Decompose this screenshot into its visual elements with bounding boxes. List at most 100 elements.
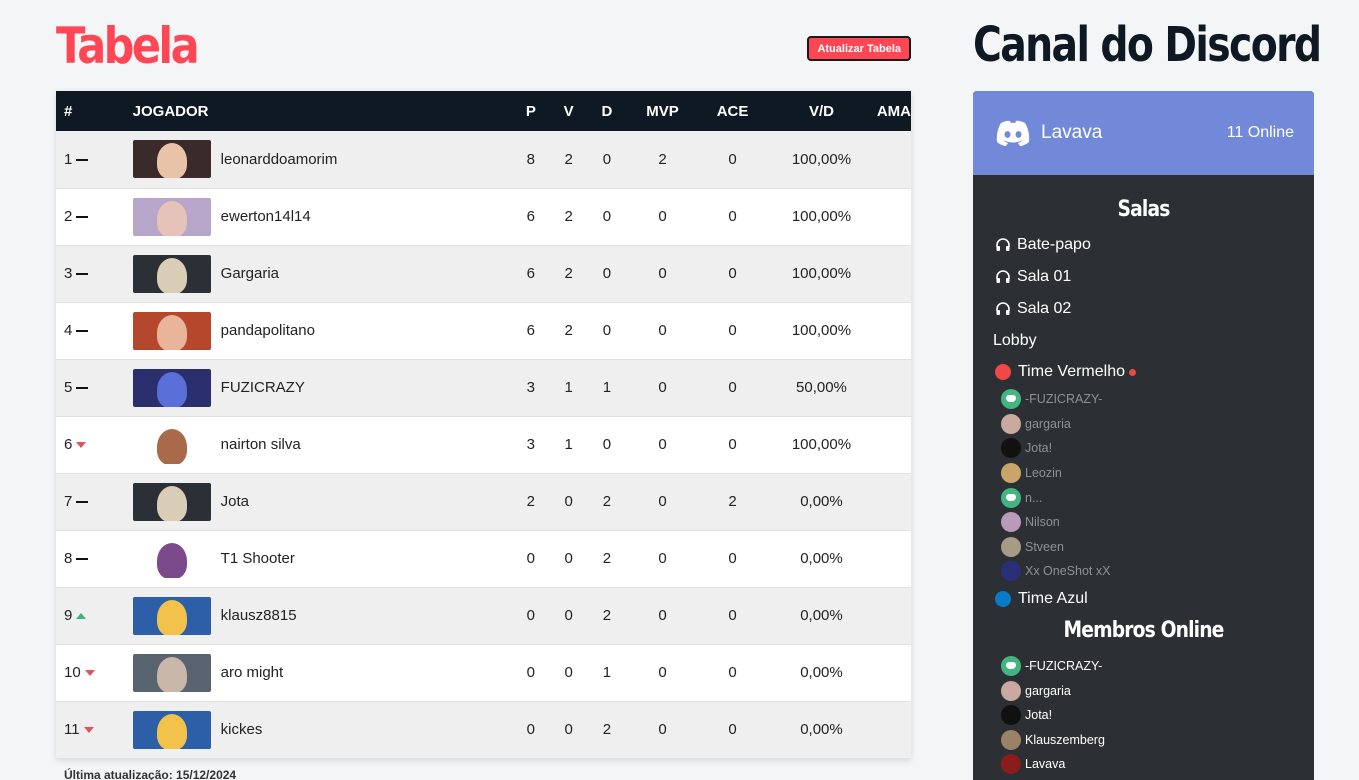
ranking-section: Tabela Atualizar Tabela # JOGADOR P V D …: [56, 14, 911, 780]
headphones-icon: [996, 270, 1010, 283]
member-name: Nilson: [1025, 515, 1060, 530]
member-name: Xx OneShot xX: [1025, 564, 1111, 579]
discord-widget-header[interactable]: Lavava 11 Online: [973, 91, 1314, 175]
col-header-d[interactable]: D: [588, 91, 626, 131]
member-item[interactable]: Leozin: [973, 461, 1314, 486]
agent-portrait: [132, 311, 211, 350]
rank-number: 7: [64, 493, 73, 510]
player-name[interactable]: nairton silva: [221, 436, 301, 453]
table-row: 7 Jota 2 0 2 0 2 0,00%: [56, 473, 911, 530]
rank-number: 11: [64, 721, 80, 738]
member-item[interactable]: gargaria: [973, 412, 1314, 437]
stat-ama: [877, 245, 911, 302]
team-red[interactable]: Time Vermelho: [973, 357, 1314, 387]
stat-mvp: 0: [658, 379, 667, 396]
agent-portrait: [132, 197, 211, 236]
member-item[interactable]: Jota!: [973, 703, 1314, 728]
avatar: [1001, 512, 1021, 533]
avatar: [1001, 656, 1021, 677]
stat-ace: 0: [728, 436, 737, 453]
player-name[interactable]: ewerton14l14: [221, 208, 311, 225]
player-cell: kickes: [132, 701, 513, 758]
col-header-vd[interactable]: V/D: [766, 91, 877, 131]
stat-ama: [877, 701, 911, 758]
table-row: 8 T1 Shooter 0 0 2 0 0 0,00%: [56, 530, 911, 587]
agent-portrait: [132, 596, 211, 635]
member-name: Leozin: [1025, 466, 1062, 481]
rank-number: 6: [64, 436, 73, 453]
stat-ace: 0: [728, 721, 737, 738]
stat-d: 0: [602, 208, 612, 225]
player-name[interactable]: FUZICRAZY: [221, 379, 305, 396]
member-item[interactable]: gargaria: [973, 678, 1314, 703]
col-header-ace[interactable]: ACE: [699, 91, 766, 131]
stat-vd: 0,00%: [800, 664, 843, 681]
channel-lobby[interactable]: Lobby: [973, 325, 1314, 357]
player-name[interactable]: T1 Shooter: [221, 550, 295, 567]
stat-ama: [877, 302, 911, 359]
member-item[interactable]: Lavava: [973, 752, 1314, 777]
stat-ace: 0: [728, 322, 737, 339]
channel-bate-papo[interactable]: Bate-papo: [973, 229, 1314, 261]
rank-cell: 1: [56, 131, 133, 188]
member-item[interactable]: Stveen: [973, 535, 1314, 560]
channel-sala-02[interactable]: Sala 02: [973, 293, 1314, 325]
col-header-v[interactable]: V: [549, 91, 587, 131]
member-name: n...: [1025, 490, 1043, 505]
avatar: [1001, 561, 1021, 582]
player-cell: T1 Shooter: [132, 530, 513, 587]
stat-d: 2: [602, 493, 612, 510]
avatar: [1001, 536, 1021, 557]
rank-number: 2: [64, 208, 73, 225]
rank-cell: 2: [56, 188, 133, 245]
col-header-mvp[interactable]: MVP: [626, 91, 699, 131]
player-name[interactable]: Gargaria: [221, 265, 279, 282]
member-item[interactable]: -FUZICRAZY-: [973, 654, 1314, 679]
stat-ama: [877, 587, 911, 644]
player-name[interactable]: aro might: [221, 664, 284, 681]
player-name[interactable]: pandapolitano: [221, 322, 315, 339]
member-item[interactable]: Jota!: [973, 436, 1314, 461]
avatar: [1001, 413, 1021, 434]
player-name[interactable]: Jota: [221, 493, 249, 510]
stat-ama: [877, 188, 911, 245]
channel-sala-01[interactable]: Sala 01: [973, 261, 1314, 293]
member-item[interactable]: Xx OneShot xX: [973, 559, 1314, 584]
rank-number: 4: [64, 322, 73, 339]
col-header-ama[interactable]: AMA: [877, 91, 911, 131]
agent-portrait: [132, 140, 211, 179]
rank-cell: 11: [56, 701, 133, 758]
agent-portrait: [132, 539, 211, 578]
player-cell: pandapolitano: [132, 302, 513, 359]
member-name: Jota!: [1025, 441, 1053, 456]
player-cell: Gargaria: [132, 245, 513, 302]
stat-d: 1: [602, 379, 612, 396]
trend-same-icon: [76, 501, 89, 504]
member-item[interactable]: n...: [973, 485, 1314, 510]
player-name[interactable]: kickes: [221, 721, 263, 738]
stat-mvp: 0: [658, 721, 667, 738]
refresh-table-button[interactable]: Atualizar Tabela: [807, 36, 911, 61]
member-name: gargaria: [1025, 683, 1071, 698]
headphones-icon: [996, 302, 1010, 315]
player-name[interactable]: leonarddoamorim: [221, 151, 338, 168]
col-header-p[interactable]: P: [512, 91, 549, 131]
rank-cell: 10: [56, 644, 133, 701]
stat-d: 2: [602, 550, 612, 567]
member-item[interactable]: Klauszemberg: [973, 728, 1314, 753]
avatar: [1001, 705, 1021, 726]
col-header-rank[interactable]: #: [56, 91, 133, 131]
rank-number: 9: [64, 607, 73, 624]
stat-mvp: 0: [658, 664, 667, 681]
stat-vd: 100,00%: [791, 322, 852, 339]
member-item[interactable]: Nilson: [973, 510, 1314, 535]
player-name[interactable]: klausz8815: [221, 607, 297, 624]
member-item[interactable]: -FUZICRAZY-: [973, 387, 1314, 412]
stat-mvp: 0: [658, 493, 667, 510]
trend-same-icon: [76, 387, 89, 390]
stat-vd: 100,00%: [791, 265, 852, 282]
trend-same-icon: [76, 330, 89, 333]
col-header-player[interactable]: JOGADOR: [133, 91, 513, 131]
member-name: -FUZICRAZY-: [1025, 659, 1103, 674]
team-blue[interactable]: Time Azul: [973, 584, 1314, 614]
